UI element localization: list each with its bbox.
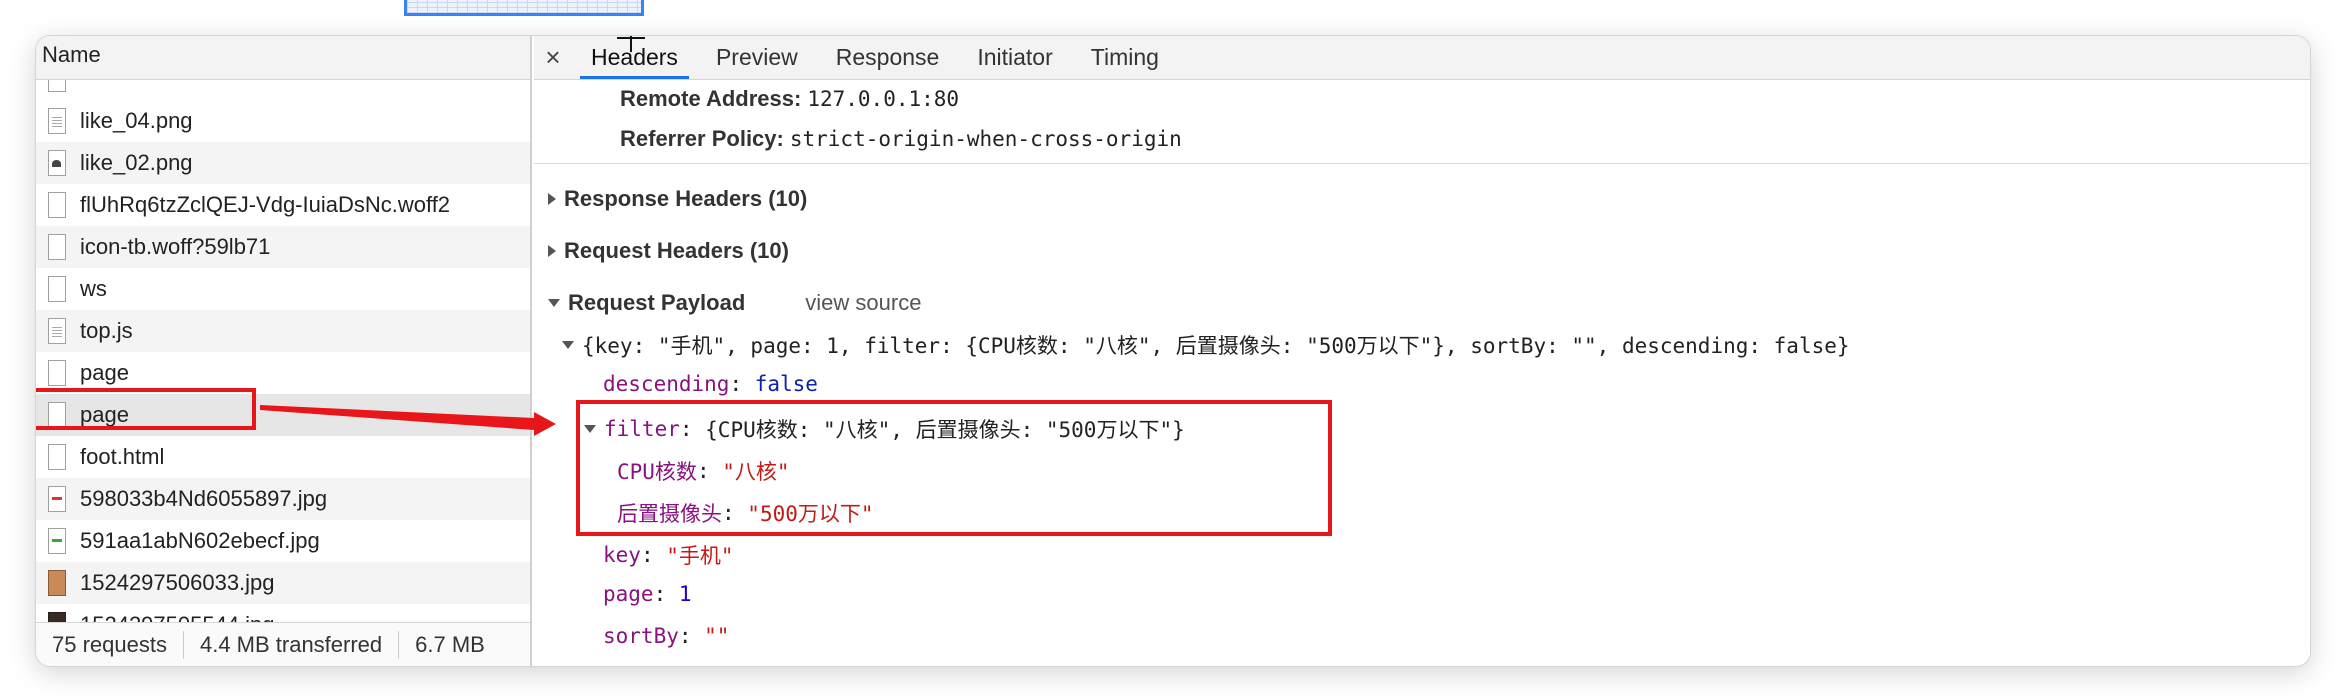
payload-summary-row[interactable]: {key: "手机", page: 1, filter: {CPU核数: "八核… — [562, 330, 1850, 360]
file-list: like_04.png like_02.png flUhRq6tzZclQEJ-Vd… — [36, 80, 530, 622]
file-icon — [48, 360, 66, 386]
page-row: page: 1 — [603, 582, 692, 606]
file-name: 598033b4Nd6055897.jpg — [80, 486, 328, 511]
response-headers-toggle[interactable]: Response Headers (10) — [548, 186, 807, 212]
view-source-link[interactable]: view source — [805, 290, 921, 316]
key-value: "手机" — [666, 544, 734, 568]
file-icon — [48, 80, 66, 92]
file-name: like_04.png — [80, 108, 193, 133]
descending-key: descending — [603, 372, 730, 396]
expand-triangle-icon — [548, 245, 556, 257]
sortby-value: "" — [704, 624, 730, 648]
file-icon — [48, 192, 66, 218]
list-item[interactable]: 598033b4Nd6055897.jpg — [36, 478, 530, 520]
file-icon — [48, 486, 66, 512]
file-name: page — [80, 360, 129, 385]
file-name: icon-tb.woff?59lb71 — [80, 234, 271, 259]
file-name: 1524297506033.jpg — [80, 570, 275, 595]
collapse-triangle-icon — [548, 299, 560, 307]
name-column-header[interactable]: Name — [36, 36, 530, 80]
highlight-box-selected-request — [36, 388, 256, 430]
list-item[interactable]: like_02.png — [36, 142, 530, 184]
remote-address-row: Remote Address: 127.0.0.1:80 — [620, 86, 959, 112]
request-headers-toggle[interactable]: Request Headers (10) — [548, 238, 789, 264]
list-item[interactable]: foot.html — [36, 436, 530, 478]
expand-triangle-icon — [548, 193, 556, 205]
list-item[interactable]: 591aa1abN602ebecf.jpg — [36, 520, 530, 562]
file-name: foot.html — [80, 444, 165, 469]
tab-timing[interactable]: Timing — [1072, 36, 1178, 79]
general-section: Remote Address: 127.0.0.1:80 Referrer Pol… — [534, 80, 2310, 164]
request-list-panel: Name like_04.png like_02.png flUhRq6tzZclQ… — [36, 36, 532, 666]
tab-initiator[interactable]: Initiator — [958, 36, 1071, 79]
list-item[interactable]: 1524297505544.jpg — [36, 604, 530, 622]
list-item-partial[interactable] — [36, 80, 530, 100]
sortby-key: sortBy — [603, 624, 679, 648]
descending-row: descending: false — [603, 372, 818, 396]
highlight-box-filter — [576, 400, 1332, 536]
tab-headers[interactable]: Headers — [572, 36, 697, 79]
file-name: 1524297505544.jpg — [80, 612, 275, 622]
transferred-size: 4.4 MB transferred — [184, 630, 400, 659]
payload-summary: {key: "手机", page: 1, filter: {CPU核数: "八核… — [582, 334, 1850, 358]
collapse-triangle-icon — [562, 341, 574, 349]
list-item[interactable]: 1524297506033.jpg — [36, 562, 530, 604]
file-icon — [48, 234, 66, 260]
referrer-policy-label: Referrer Policy: — [620, 126, 784, 151]
file-icon — [48, 612, 66, 622]
request-payload-toggle[interactable]: Request Payload view source — [548, 290, 921, 316]
list-item[interactable]: ws — [36, 268, 530, 310]
resources-size: 6.7 MB — [415, 631, 485, 657]
page-value: 1 — [678, 582, 692, 606]
requests-count: 75 requests — [36, 630, 184, 659]
file-icon — [48, 528, 66, 554]
file-icon — [48, 276, 66, 302]
sortby-row: sortBy: "" — [603, 624, 730, 648]
referrer-policy-row: Referrer Policy: strict-origin-when-cross… — [620, 126, 1182, 152]
file-icon — [48, 150, 66, 176]
request-details-panel: × Headers Preview Response Initiator Tim… — [534, 36, 2310, 666]
close-icon[interactable]: × — [534, 36, 572, 79]
tab-preview[interactable]: Preview — [697, 36, 817, 79]
page-key: page — [603, 582, 654, 606]
key-key: key — [603, 543, 641, 567]
descending-value: false — [754, 372, 818, 396]
remote-address-label: Remote Address: — [620, 86, 802, 111]
top-grid-decoration — [404, 0, 644, 16]
list-item[interactable]: top.js — [36, 310, 530, 352]
referrer-policy-value: strict-origin-when-cross-origin — [789, 127, 1182, 151]
file-icon — [48, 108, 66, 134]
list-item[interactable]: like_04.png — [36, 100, 530, 142]
network-status-bar: 75 requests 4.4 MB transferred 6.7 MB — [36, 622, 530, 666]
tab-response[interactable]: Response — [817, 36, 959, 79]
file-name: flUhRq6tzZclQEJ-Vdg-IuiaDsNc.woff2 — [80, 192, 451, 217]
file-name: ws — [80, 276, 107, 301]
list-item[interactable]: flUhRq6tzZclQEJ-Vdg-IuiaDsNc.woff2 — [36, 184, 530, 226]
file-name: 591aa1abN602ebecf.jpg — [80, 528, 320, 553]
file-icon — [48, 570, 66, 596]
key-row: key: "手机" — [603, 540, 734, 570]
file-name: like_02.png — [80, 150, 193, 175]
details-tabbar: × Headers Preview Response Initiator Tim… — [534, 36, 2310, 80]
headers-content: Remote Address: 127.0.0.1:80 Referrer Pol… — [534, 80, 2310, 666]
remote-address-value: 127.0.0.1:80 — [807, 87, 960, 111]
file-name: top.js — [80, 318, 133, 343]
file-icon — [48, 318, 66, 344]
list-item[interactable]: icon-tb.woff?59lb71 — [36, 226, 530, 268]
request-headers-title: Request Headers (10) — [564, 238, 789, 263]
response-headers-title: Response Headers (10) — [564, 186, 808, 211]
devtools-network-window: Name like_04.png like_02.png flUhRq6tzZclQ… — [36, 36, 2310, 666]
file-icon — [48, 444, 66, 470]
request-payload-title: Request Payload — [568, 290, 746, 315]
